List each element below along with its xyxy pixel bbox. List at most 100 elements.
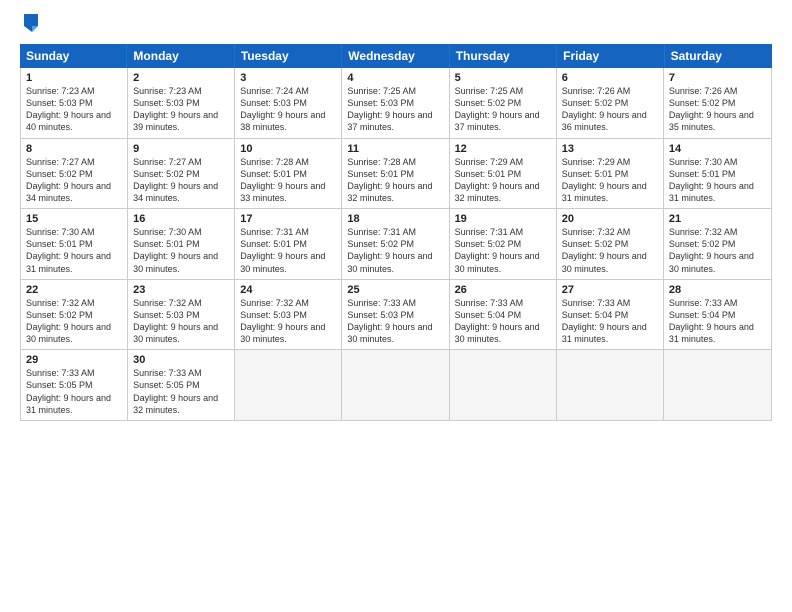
calendar-cell: 17Sunrise: 7:31 AMSunset: 5:01 PMDayligh… — [235, 209, 342, 279]
day-number: 1 — [26, 72, 122, 84]
day-number: 9 — [133, 143, 229, 155]
day-number: 26 — [455, 284, 551, 296]
day-number: 22 — [26, 284, 122, 296]
cell-info: Sunrise: 7:33 AMSunset: 5:05 PMDaylight:… — [133, 367, 229, 416]
calendar-cell: 16Sunrise: 7:30 AMSunset: 5:01 PMDayligh… — [128, 209, 235, 279]
day-number: 30 — [133, 354, 229, 366]
cell-info: Sunrise: 7:26 AMSunset: 5:02 PMDaylight:… — [669, 85, 766, 134]
calendar-row-4: 22Sunrise: 7:32 AMSunset: 5:02 PMDayligh… — [21, 280, 771, 351]
calendar-cell — [450, 350, 557, 420]
logo-icon — [22, 12, 40, 34]
calendar-cell: 15Sunrise: 7:30 AMSunset: 5:01 PMDayligh… — [21, 209, 128, 279]
calendar-cell: 25Sunrise: 7:33 AMSunset: 5:03 PMDayligh… — [342, 280, 449, 350]
cell-info: Sunrise: 7:31 AMSunset: 5:02 PMDaylight:… — [455, 226, 551, 275]
calendar: SundayMondayTuesdayWednesdayThursdayFrid… — [20, 44, 772, 600]
calendar-cell: 8Sunrise: 7:27 AMSunset: 5:02 PMDaylight… — [21, 139, 128, 209]
day-number: 18 — [347, 213, 443, 225]
cell-info: Sunrise: 7:33 AMSunset: 5:05 PMDaylight:… — [26, 367, 122, 416]
cell-info: Sunrise: 7:33 AMSunset: 5:04 PMDaylight:… — [455, 297, 551, 346]
day-number: 23 — [133, 284, 229, 296]
cell-info: Sunrise: 7:23 AMSunset: 5:03 PMDaylight:… — [26, 85, 122, 134]
header-day-saturday: Saturday — [665, 44, 772, 68]
day-number: 27 — [562, 284, 658, 296]
calendar-cell: 19Sunrise: 7:31 AMSunset: 5:02 PMDayligh… — [450, 209, 557, 279]
day-number: 16 — [133, 213, 229, 225]
day-number: 3 — [240, 72, 336, 84]
calendar-cell — [664, 350, 771, 420]
calendar-cell: 24Sunrise: 7:32 AMSunset: 5:03 PMDayligh… — [235, 280, 342, 350]
calendar-row-3: 15 Sunrise: 7:30 AMSunset: 5:01 PMDayligh… — [21, 209, 771, 280]
header-day-friday: Friday — [557, 44, 664, 68]
cell-info: Sunrise: 7:26 AMSunset: 5:02 PMDaylight:… — [562, 85, 658, 134]
cell-info: Sunrise: 7:32 AMSunset: 5:02 PMDaylight:… — [669, 226, 766, 275]
calendar-cell — [235, 350, 342, 420]
cell-info: Sunrise: 7:32 AMSunset: 5:02 PMDaylight:… — [26, 297, 122, 346]
cell-info: Sunrise: 7:33 AMSunset: 5:04 PMDaylight:… — [562, 297, 658, 346]
calendar-cell: 5Sunrise: 7:25 AMSunset: 5:02 PMDaylight… — [450, 68, 557, 138]
cell-info: Sunrise: 7:31 AMSunset: 5:01 PMDaylight:… — [240, 226, 336, 275]
cell-info: Sunrise: 7:24 AMSunset: 5:03 PMDaylight:… — [240, 85, 336, 134]
cell-info: Sunrise: 7:32 AMSunset: 5:03 PMDaylight:… — [240, 297, 336, 346]
cell-info: Sunrise: 7:33 AMSunset: 5:03 PMDaylight:… — [347, 297, 443, 346]
calendar-cell: 30Sunrise: 7:33 AMSunset: 5:05 PMDayligh… — [128, 350, 235, 420]
day-number: 11 — [347, 143, 443, 155]
day-number: 29 — [26, 354, 122, 366]
cell-info: Sunrise: 7:25 AMSunset: 5:02 PMDaylight:… — [455, 85, 551, 134]
day-number: 19 — [455, 213, 551, 225]
calendar-cell: 9Sunrise: 7:27 AMSunset: 5:02 PMDaylight… — [128, 139, 235, 209]
cell-info: Sunrise: 7:30 AMSunset: 5:01 PMDaylight:… — [669, 156, 766, 205]
cell-info: Sunrise: 7:32 AMSunset: 5:02 PMDaylight:… — [562, 226, 658, 275]
calendar-header: SundayMondayTuesdayWednesdayThursdayFrid… — [20, 44, 772, 68]
calendar-row-1: 1Sunrise: 7:23 AMSunset: 5:03 PMDaylight… — [21, 68, 771, 139]
calendar-cell: 23Sunrise: 7:32 AMSunset: 5:03 PMDayligh… — [128, 280, 235, 350]
header-day-wednesday: Wednesday — [342, 44, 449, 68]
calendar-cell: 6Sunrise: 7:26 AMSunset: 5:02 PMDaylight… — [557, 68, 664, 138]
header-day-sunday: Sunday — [20, 44, 127, 68]
calendar-cell: 27Sunrise: 7:33 AMSunset: 5:04 PMDayligh… — [557, 280, 664, 350]
page: SundayMondayTuesdayWednesdayThursdayFrid… — [0, 0, 792, 612]
day-number: 24 — [240, 284, 336, 296]
day-number: 17 — [240, 213, 336, 225]
calendar-cell: 22Sunrise: 7:32 AMSunset: 5:02 PMDayligh… — [21, 280, 128, 350]
day-number: 12 — [455, 143, 551, 155]
day-number: 10 — [240, 143, 336, 155]
logo — [20, 16, 40, 34]
day-number: 28 — [669, 284, 766, 296]
cell-info: Sunrise: 7:25 AMSunset: 5:03 PMDaylight:… — [347, 85, 443, 134]
cell-info: Sunrise: 7:28 AMSunset: 5:01 PMDaylight:… — [347, 156, 443, 205]
calendar-cell: 14Sunrise: 7:30 AMSunset: 5:01 PMDayligh… — [664, 139, 771, 209]
day-number: 8 — [26, 143, 122, 155]
calendar-cell: 3Sunrise: 7:24 AMSunset: 5:03 PMDaylight… — [235, 68, 342, 138]
calendar-cell: 28Sunrise: 7:33 AMSunset: 5:04 PMDayligh… — [664, 280, 771, 350]
day-number: 6 — [562, 72, 658, 84]
calendar-cell: 4Sunrise: 7:25 AMSunset: 5:03 PMDaylight… — [342, 68, 449, 138]
calendar-cell: 20Sunrise: 7:32 AMSunset: 5:02 PMDayligh… — [557, 209, 664, 279]
calendar-row-5: 29Sunrise: 7:33 AMSunset: 5:05 PMDayligh… — [21, 350, 771, 420]
calendar-cell: 1Sunrise: 7:23 AMSunset: 5:03 PMDaylight… — [21, 68, 128, 138]
cell-info: Sunrise: 7:29 AMSunset: 5:01 PMDaylight:… — [455, 156, 551, 205]
header — [20, 16, 772, 34]
day-number: 15 — [26, 213, 122, 225]
calendar-cell: 26Sunrise: 7:33 AMSunset: 5:04 PMDayligh… — [450, 280, 557, 350]
day-number: 4 — [347, 72, 443, 84]
cell-info: Sunrise: 7:32 AMSunset: 5:03 PMDaylight:… — [133, 297, 229, 346]
cell-info: Sunrise: 7:30 AMSunset: 5:01 PMDaylight:… — [133, 226, 229, 275]
calendar-cell: 29Sunrise: 7:33 AMSunset: 5:05 PMDayligh… — [21, 350, 128, 420]
day-number: 2 — [133, 72, 229, 84]
calendar-cell: 7Sunrise: 7:26 AMSunset: 5:02 PMDaylight… — [664, 68, 771, 138]
header-day-monday: Monday — [127, 44, 234, 68]
calendar-cell: 12Sunrise: 7:29 AMSunset: 5:01 PMDayligh… — [450, 139, 557, 209]
day-number: 20 — [562, 213, 658, 225]
header-day-tuesday: Tuesday — [235, 44, 342, 68]
day-number: 13 — [562, 143, 658, 155]
cell-info: Sunrise: 7:27 AMSunset: 5:02 PMDaylight:… — [133, 156, 229, 205]
calendar-cell: 21Sunrise: 7:32 AMSunset: 5:02 PMDayligh… — [664, 209, 771, 279]
calendar-cell — [557, 350, 664, 420]
cell-info: Sunrise: 7:27 AMSunset: 5:02 PMDaylight:… — [26, 156, 122, 205]
calendar-cell: 13Sunrise: 7:29 AMSunset: 5:01 PMDayligh… — [557, 139, 664, 209]
calendar-row-2: 8Sunrise: 7:27 AMSunset: 5:02 PMDaylight… — [21, 139, 771, 210]
cell-info: Sunrise: 7:31 AMSunset: 5:02 PMDaylight:… — [347, 226, 443, 275]
day-number: 21 — [669, 213, 766, 225]
calendar-cell: 18Sunrise: 7:31 AMSunset: 5:02 PMDayligh… — [342, 209, 449, 279]
calendar-cell: 2Sunrise: 7:23 AMSunset: 5:03 PMDaylight… — [128, 68, 235, 138]
